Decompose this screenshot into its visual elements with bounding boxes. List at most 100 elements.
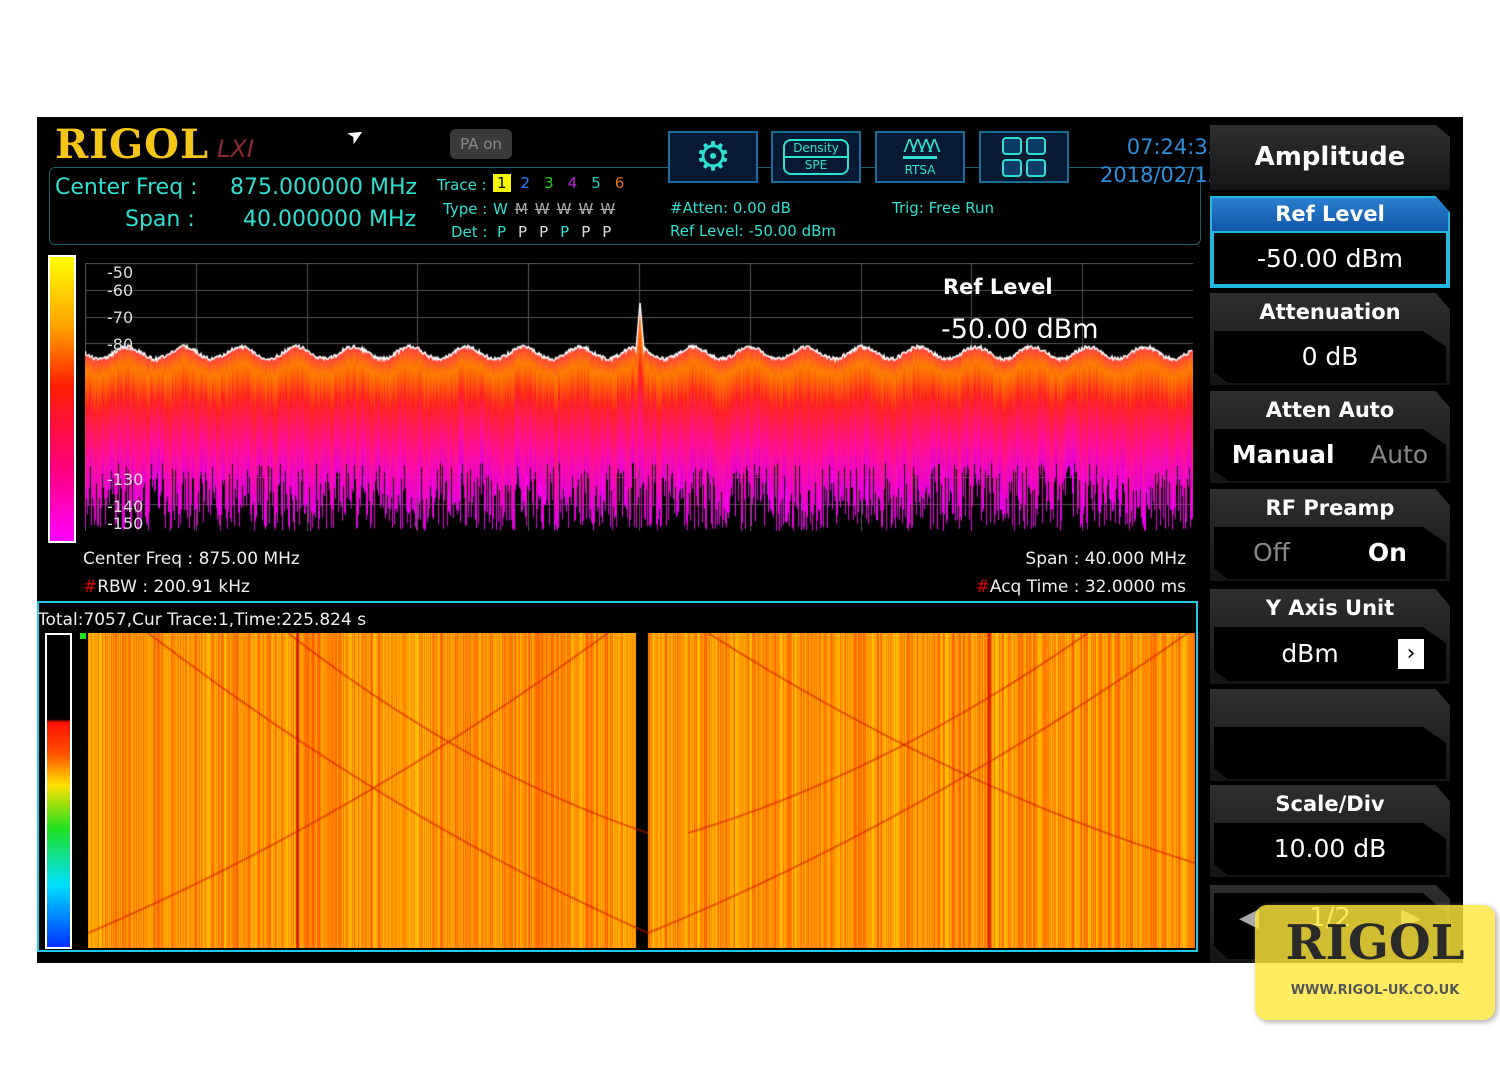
time: 07:24:35 <box>1126 135 1222 159</box>
trace-det-3: P <box>539 223 549 241</box>
rf-preamp-softkey[interactable]: RF Preamp Off On <box>1210 489 1450 581</box>
y-axis-unit-value: dBm <box>1281 639 1339 668</box>
trace-label: Trace : <box>437 176 487 194</box>
atten-auto-option[interactable]: Auto <box>1370 429 1428 481</box>
type-list: WMWWWW <box>493 200 615 218</box>
trace-det-5: P <box>581 223 591 241</box>
y-tick-label: -130 <box>107 470 144 489</box>
trace-type-3: W <box>534 200 550 218</box>
waterfall-status: Total:7057,Cur Trace:1,Time:225.824 s <box>38 610 367 630</box>
ref-level-overlay-label: Ref Level <box>943 275 1053 299</box>
spe-label: SPE <box>804 158 828 172</box>
settings-button[interactable]: ⚙ <box>668 131 758 183</box>
density-spe-button[interactable]: Density SPE <box>771 131 861 183</box>
rbw-mark: # <box>83 577 98 597</box>
amplitude-menu-title: Amplitude <box>1210 125 1450 190</box>
density-spe-icon: Density SPE <box>783 139 849 175</box>
det-list: PPPPPP <box>497 223 611 241</box>
center-freq-footer: Center Freq : 875.00 MHz <box>83 549 300 569</box>
rf-preamp-label: RF Preamp <box>1265 496 1395 520</box>
ref-level-softkey[interactable]: Ref Level -50.00 dBm <box>1210 196 1450 288</box>
y-axis-unit-field[interactable]: dBm › <box>1214 627 1446 681</box>
ref-level-overlay-value: -50.00 dBm <box>941 314 1099 345</box>
y-axis-unit-softkey[interactable]: Y Axis Unit dBm › <box>1210 589 1450 684</box>
rtsa-label: RTSA <box>904 162 936 177</box>
trace-type-5: W <box>578 200 594 218</box>
pa-on-button[interactable]: PA on <box>450 129 512 159</box>
trace-3[interactable]: 3 <box>540 174 558 192</box>
y-tick-label: -50 <box>107 263 134 282</box>
ref-level-label: Ref Level <box>1212 198 1448 231</box>
trace-list: 123456 <box>493 174 628 192</box>
atten-manual-option[interactable]: Manual <box>1232 429 1335 481</box>
y-tick-label: -70 <box>107 308 134 327</box>
waterfall-spectrogram[interactable] <box>88 633 1195 948</box>
trace-det-6: P <box>602 223 612 241</box>
atten-auto-label: Atten Auto <box>1265 398 1395 422</box>
trace-1[interactable]: 1 <box>493 174 511 192</box>
preamp-on-option[interactable]: On <box>1368 527 1407 579</box>
mouse-cursor-icon: ➤ <box>342 120 369 150</box>
trace-det-2: P <box>518 223 528 241</box>
watermark-logo: RIGOL <box>1285 915 1465 971</box>
rbw-value: RBW : 200.91 kHz <box>97 577 250 597</box>
center-freq-label: Center Freq : <box>55 175 198 200</box>
rigol-logo: RIGOL <box>55 121 210 168</box>
y-tick-label: -150 <box>107 514 144 533</box>
empty-softkey <box>1210 689 1450 781</box>
trace-5[interactable]: 5 <box>587 174 605 192</box>
density-label: Density <box>785 141 847 158</box>
attenuation-label: Attenuation <box>1259 300 1401 324</box>
trace-type-6: W <box>600 200 616 218</box>
trace-type-2: M <box>514 200 528 218</box>
settings-gear-icon: ⚙ <box>695 134 731 180</box>
layout-grid-icon <box>1002 137 1046 177</box>
acq-time-footer: #Acq Time : 32.0000 ms <box>976 577 1186 597</box>
trace-2[interactable]: 2 <box>517 174 535 192</box>
waterfall-marker <box>80 633 86 639</box>
scale-div-label: Scale/Div <box>1275 792 1385 816</box>
attenuation-value: 0 dB <box>1214 331 1446 383</box>
center-freq-value[interactable]: 875.000000 MHz <box>230 175 417 200</box>
ref-level-status: Ref Level: -50.00 dBm <box>670 222 836 240</box>
rtsa-icon: ΛΛΛΛ <box>903 135 941 159</box>
layout-button[interactable] <box>979 131 1069 183</box>
atten-auto-toggle[interactable]: Manual Auto <box>1214 429 1446 481</box>
y-axis-unit-label: Y Axis Unit <box>1265 596 1395 620</box>
trace-type-4: W <box>556 200 572 218</box>
span-value[interactable]: 40.000000 MHz <box>243 207 416 232</box>
preamp-off-option[interactable]: Off <box>1253 527 1290 579</box>
span-footer: Span : 40.000 MHz <box>1025 549 1186 569</box>
det-label: Det : <box>451 223 488 241</box>
clock: 07:24:35 2018/02/15 <box>1100 133 1221 189</box>
acq-mark: # <box>975 577 990 597</box>
date: 2018/02/15 <box>1100 163 1222 187</box>
lxi-logo: LXI <box>217 135 254 163</box>
y-tick-label: -60 <box>107 281 134 300</box>
spectrum-density-plot[interactable] <box>85 263 1193 531</box>
scale-div-value: 10.00 dB <box>1214 823 1446 875</box>
atten-auto-softkey[interactable]: Atten Auto Manual Auto <box>1210 391 1450 483</box>
rtsa-button[interactable]: ΛΛΛΛ RTSA <box>875 131 965 183</box>
attenuation-softkey[interactable]: Attenuation 0 dB <box>1210 293 1450 385</box>
rf-preamp-toggle[interactable]: Off On <box>1214 527 1446 579</box>
menu-title: Amplitude <box>1254 142 1406 172</box>
trace-det-4: P <box>560 223 570 241</box>
trace-6[interactable]: 6 <box>611 174 629 192</box>
y-tick-label: -80 <box>107 335 134 354</box>
watermark-url: WWW.RIGOL-UK.CO.UK <box>1290 983 1460 998</box>
atten-status: #Atten: 0.00 dB <box>670 199 791 217</box>
trace-type-1: W <box>493 200 508 218</box>
rbw-footer: #RBW : 200.91 kHz <box>83 577 250 597</box>
scale-div-softkey[interactable]: Scale/Div 10.00 dB <box>1210 785 1450 877</box>
trigger-status: Trig: Free Run <box>892 199 994 217</box>
type-label: Type : <box>443 200 488 218</box>
chevron-right-icon[interactable]: › <box>1398 639 1424 669</box>
analyzer-screen: RIGOL LXI ➤ PA on Center Freq : 875.0000… <box>37 117 1463 963</box>
waterfall-colorbar <box>45 633 72 949</box>
rigol-uk-watermark: RIGOL WWW.RIGOL-UK.CO.UK <box>1255 905 1495 1020</box>
trace-det-1: P <box>497 223 507 241</box>
ref-level-value: -50.00 dBm <box>1214 233 1446 284</box>
acq-time-value: Acq Time : 32.0000 ms <box>989 577 1186 597</box>
trace-4[interactable]: 4 <box>564 174 582 192</box>
